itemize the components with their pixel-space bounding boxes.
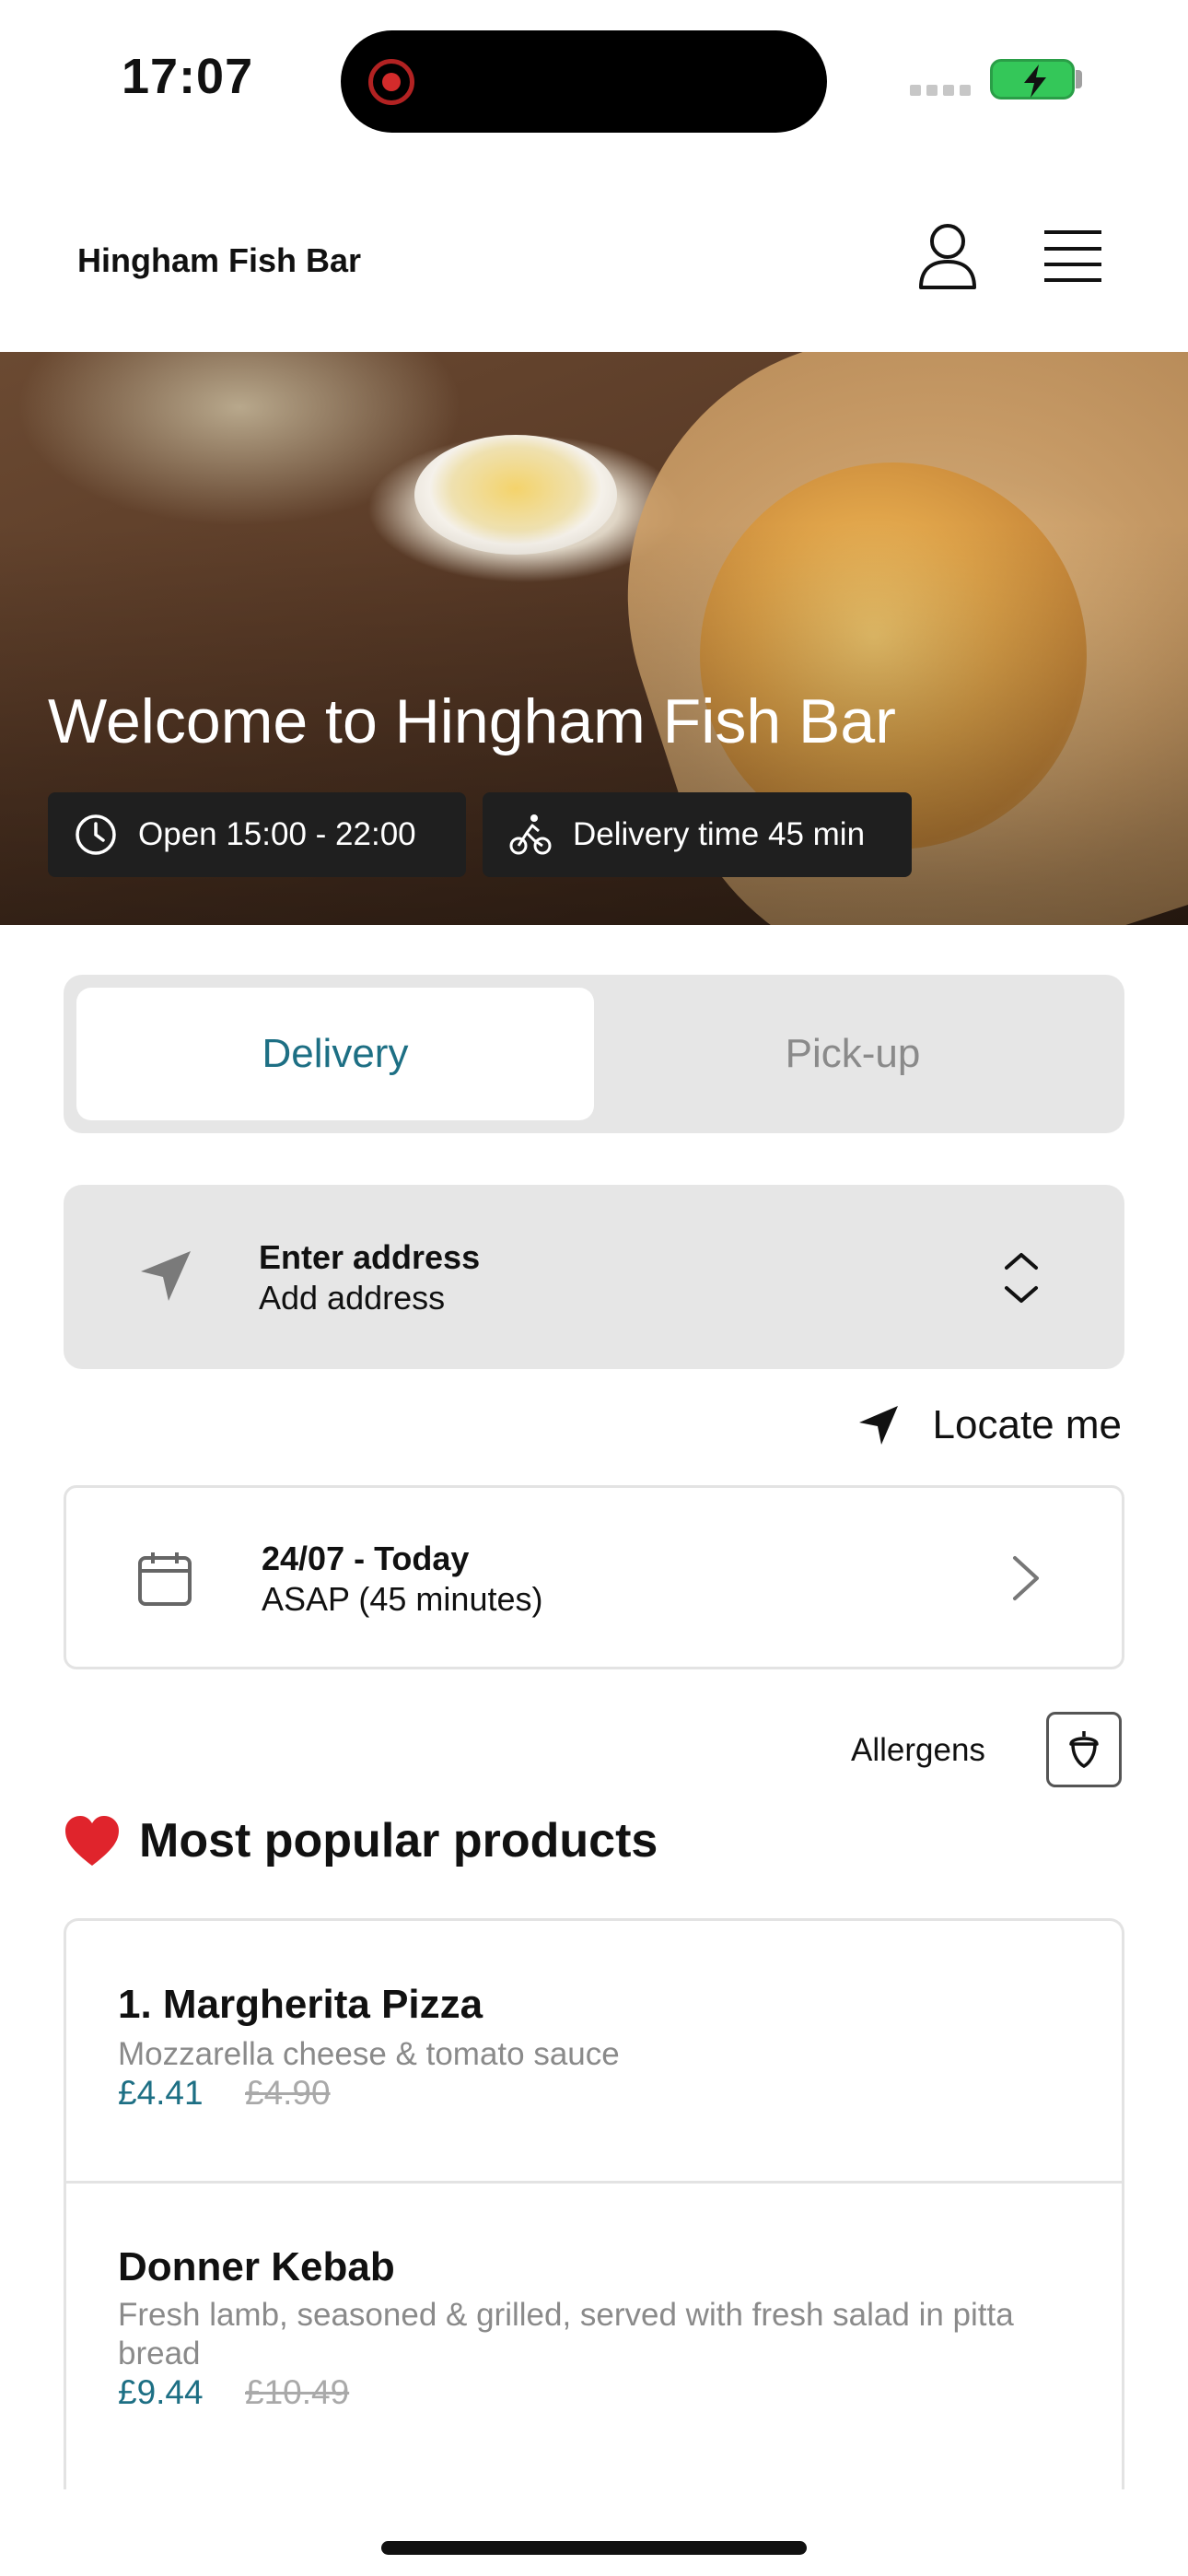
hamburger-menu-icon [1044, 230, 1101, 282]
product-price: £9.44 [118, 2373, 204, 2411]
popular-products-list: 1. Margherita Pizza Mozzarella cheese & … [64, 1918, 1124, 2489]
product-description: Mozzarella cheese & tomato sauce [118, 2036, 620, 2072]
user-icon [919, 224, 976, 289]
menu-button[interactable] [1042, 228, 1103, 284]
chevron-up-down-icon [1005, 1253, 1038, 1303]
status-bar: 17:07 [0, 0, 1188, 157]
product-old-price: £10.49 [245, 2373, 350, 2411]
battery-tip [1076, 70, 1082, 88]
clock-icon [76, 814, 116, 855]
product-name: 1. Margherita Pizza [118, 1982, 483, 2027]
delivery-schedule-selector[interactable]: 24/07 - Today ASAP (45 minutes) [64, 1485, 1124, 1669]
order-type-toggle: Delivery Pick-up [64, 975, 1124, 1133]
chevron-right-icon [1013, 1556, 1039, 1600]
allergens-label: Allergens [851, 1732, 985, 1768]
schedule-date: 24/07 - Today [262, 1540, 470, 1577]
navigation-arrow-icon [141, 1251, 191, 1301]
address-subtitle: Add address [259, 1279, 446, 1317]
locate-me-button[interactable]: Locate me [857, 1402, 1122, 1448]
opening-hours-badge: Open 15:00 - 22:00 [48, 792, 466, 877]
product-description: Fresh lamb, seasoned & grilled, served w… [118, 2297, 1014, 2371]
locate-me-label: Locate me [932, 1402, 1122, 1447]
product-price: £4.41 [118, 2074, 204, 2112]
hero-title: Welcome to Hingham Fish Bar [48, 686, 896, 756]
popular-section-title: Most popular products [64, 1813, 658, 1868]
calendar-icon [138, 1552, 192, 1606]
cellular-signal-icon [910, 85, 971, 96]
app-header: Hingham Fish Bar [0, 184, 1188, 350]
bicycle-courier-icon [509, 814, 552, 855]
tab-delivery[interactable]: Delivery [76, 988, 594, 1120]
status-time: 17:07 [122, 49, 254, 104]
location-arrow-icon [858, 1406, 898, 1445]
product-name: Donner Kebab [118, 2244, 395, 2289]
brand-title: Hingham Fish Bar [77, 241, 362, 279]
hero-banner: Welcome to Hingham Fish Bar Open 15:00 -… [0, 352, 1188, 925]
product-item[interactable]: 1. Margherita Pizza Mozzarella cheese & … [66, 1921, 1122, 2181]
allergens-button[interactable] [1046, 1712, 1122, 1787]
address-selector[interactable]: Enter address Add address [64, 1185, 1124, 1369]
recording-indicator-icon [368, 59, 414, 105]
acorn-icon [1069, 1731, 1099, 1768]
home-indicator[interactable] [381, 2541, 807, 2555]
delivery-time-text: Delivery time 45 min [573, 816, 866, 852]
address-title: Enter address [259, 1238, 481, 1276]
dynamic-island [341, 30, 827, 133]
battery-charging-icon [990, 59, 1075, 100]
delivery-time-badge: Delivery time 45 min [483, 792, 912, 877]
popular-title-text: Most popular products [139, 1814, 658, 1868]
product-old-price: £4.90 [245, 2074, 331, 2112]
product-item[interactable]: Donner Kebab Fresh lamb, seasoned & gril… [66, 2181, 1122, 2489]
account-button[interactable] [915, 221, 980, 291]
opening-hours-text: Open 15:00 - 22:00 [138, 816, 416, 852]
tab-pickup[interactable]: Pick-up [594, 988, 1112, 1120]
schedule-time: ASAP (45 minutes) [262, 1580, 543, 1618]
heart-icon [65, 1816, 119, 1866]
